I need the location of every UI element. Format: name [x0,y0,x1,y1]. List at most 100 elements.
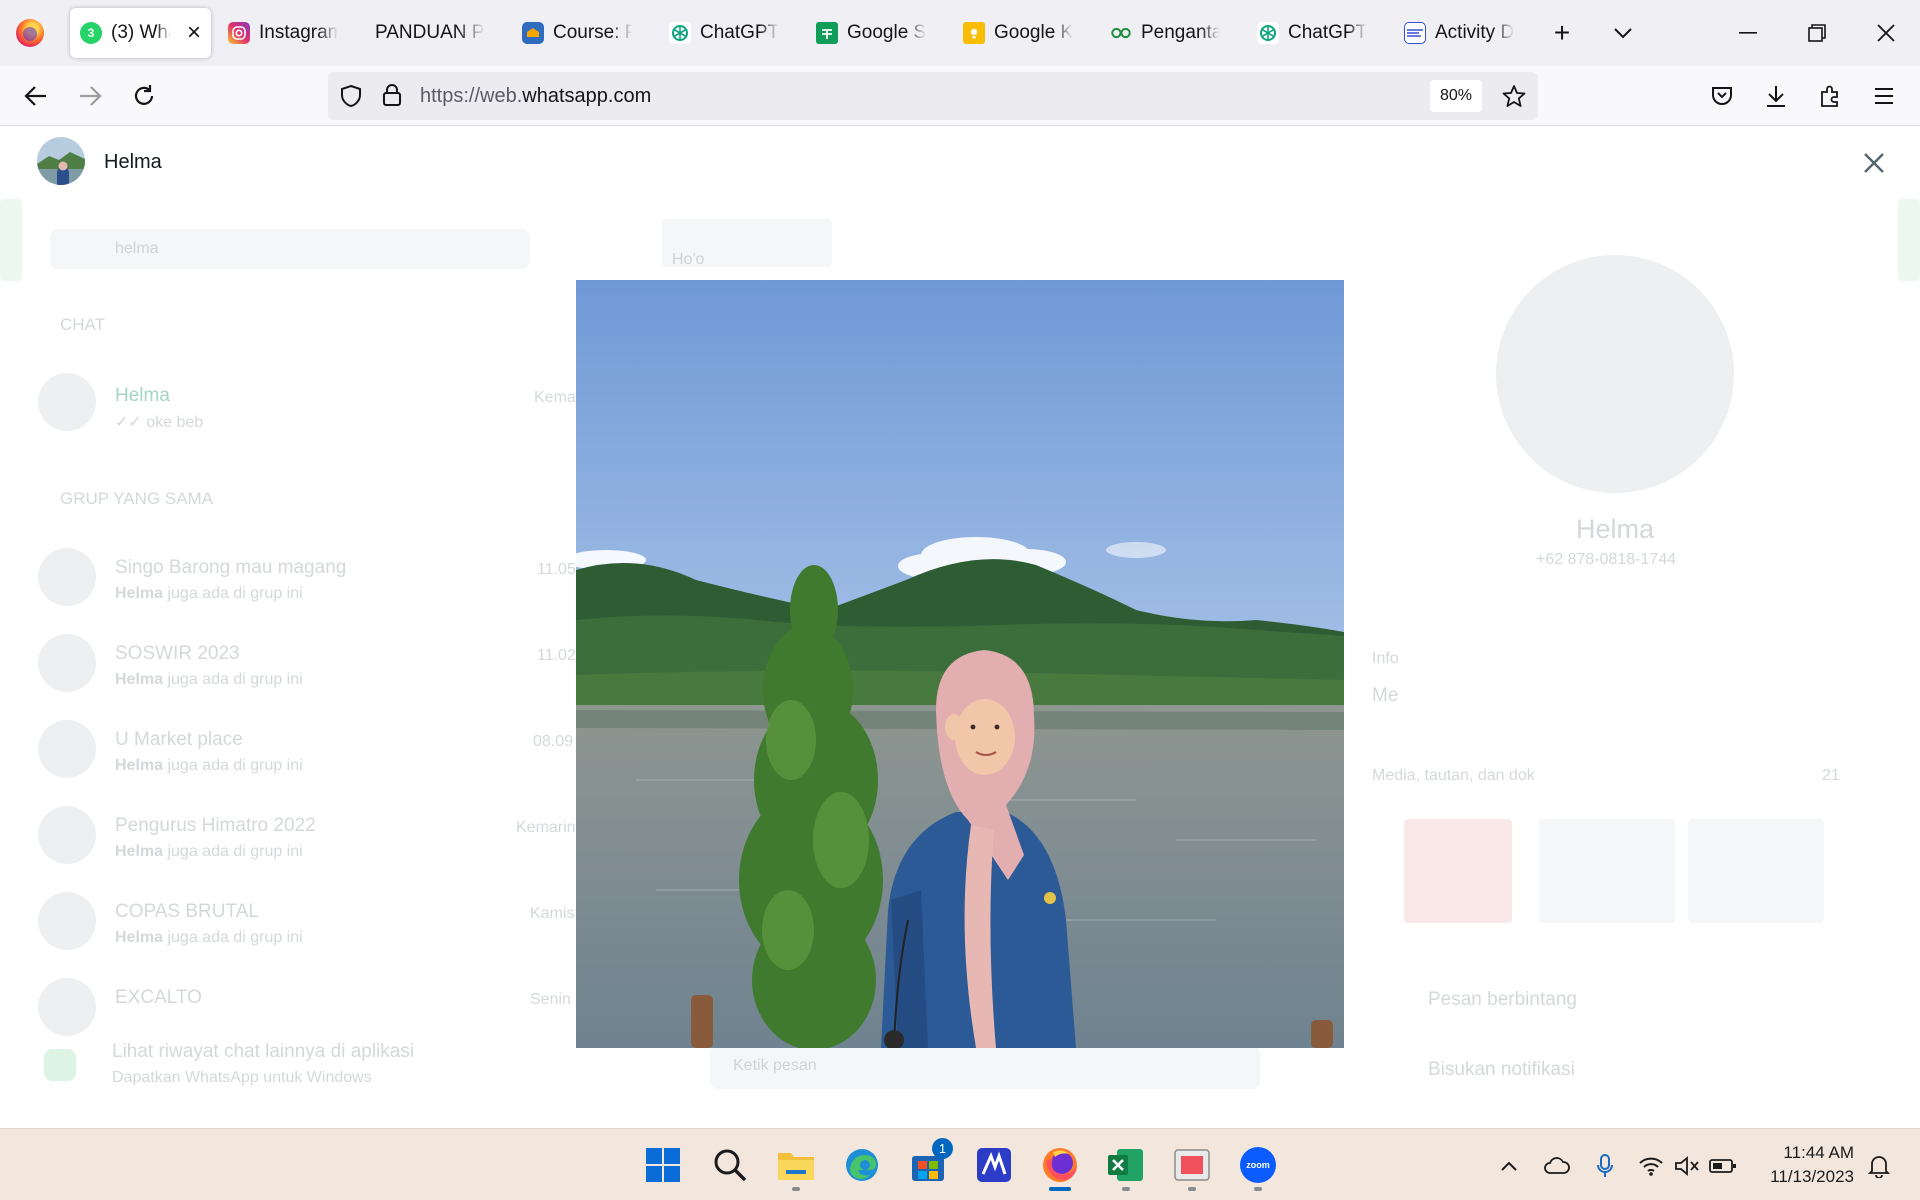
new-tab-icon[interactable]: + [1543,14,1581,52]
firefox-icon[interactable] [1037,1142,1083,1191]
avatar [38,634,96,692]
tab-title: (3) WhatsApp [111,22,171,43]
tab-whatsapp[interactable]: 3 (3) WhatsApp × [70,8,211,58]
onedrive-cloud-icon[interactable] [1542,1151,1572,1181]
tab-title: PANDUAN PRAKTIKUM [375,22,485,43]
avatar[interactable] [37,137,85,185]
media-thumbnail[interactable] [1688,819,1824,923]
close-tab-icon[interactable]: × [187,21,201,45]
back-icon[interactable] [16,76,56,116]
firefox-menu-icon[interactable] [16,19,44,47]
media-thumbnail[interactable] [1539,819,1675,923]
excel-icon[interactable] [1103,1142,1149,1191]
wifi-icon[interactable] [1636,1151,1666,1181]
tab-course[interactable]: Course: Praktikum [512,8,642,58]
mathway-icon[interactable] [971,1142,1017,1188]
search-icon[interactable] [707,1142,753,1188]
downloads-icon[interactable] [1756,76,1796,116]
group-name[interactable]: EXCALTO [115,987,202,1009]
avatar [38,892,96,950]
navigation-toolbar: https://web.whatsapp.com 80% [0,66,1920,126]
media-label[interactable]: Media, tautan, dan dok [1372,767,1535,785]
lake-portrait-image [576,280,1344,1048]
close-window-icon[interactable] [1867,14,1905,52]
running-indicator [1188,1187,1196,1191]
profile-photo-full [576,280,1344,1048]
windows-start-icon[interactable] [640,1142,686,1188]
tab-google-keep[interactable]: Google Keep [953,8,1083,58]
group-time: Kemarin [516,819,576,836]
group-name[interactable]: Singo Barong mau magang [115,557,346,579]
edge-icon[interactable] [839,1142,885,1188]
bookmark-star-icon[interactable] [1502,84,1526,113]
url-prefix: https://web. [420,85,523,107]
microphone-icon[interactable] [1590,1151,1620,1181]
tab-activity[interactable]: Activity Design [1394,8,1524,58]
snipping-tool-icon[interactable] [1169,1142,1215,1191]
app-promo-title[interactable]: Lihat riwayat chat lainnya di aplikasi [112,1041,414,1063]
group-note-rest: juga ada di grup ini [163,757,303,774]
contact-name: Helma [104,151,162,173]
tab-panduan[interactable]: PANDUAN PRAKTIKUM [365,8,495,58]
mute-label[interactable]: Bisukan notifikasi [1428,1059,1575,1081]
group-name[interactable]: U Market place [115,729,243,751]
group-note: Helma juga ada di grup ini [115,585,303,603]
extensions-icon[interactable] [1810,76,1850,116]
chat-section-label: CHAT [60,315,106,334]
battery-icon[interactable] [1708,1151,1738,1181]
media-viewer-header: Helma [0,127,1920,199]
zoom-icon[interactable]: zoom [1235,1142,1281,1191]
tab-title: Course: Praktikum [553,22,632,43]
tab-title: Google Keep [994,22,1073,43]
tab-pengantar[interactable]: Pengantar [1100,8,1230,58]
group-section-label: GRUP YANG SAMA [60,489,214,508]
group-time: 08.09 [533,733,574,750]
tab-instagram[interactable]: Instagram [218,8,348,58]
file-explorer-icon[interactable] [773,1142,819,1191]
tracking-protection-shield-icon[interactable] [340,84,362,113]
avatar [38,373,96,431]
tab-title: Google Spreadsheet [847,22,926,43]
group-time: Senin [530,991,571,1008]
group-note: Helma juga ada di grup ini [115,757,303,775]
tab-google-sheets[interactable]: Google Spreadsheet [806,8,936,58]
show-hidden-icons-chevron-icon[interactable] [1494,1151,1524,1181]
zoom-level-badge[interactable]: 80% [1430,80,1483,112]
group-time: Kamis [530,905,575,922]
chat-name[interactable]: Helma [115,385,170,407]
group-name[interactable]: Pengurus Himatro 2022 [115,815,316,837]
speaker-muted-icon[interactable] [1672,1151,1702,1181]
tab-title: Pengantar [1141,22,1220,43]
restore-icon[interactable] [1798,14,1836,52]
close-viewer-icon[interactable] [1856,145,1892,181]
avatar [38,548,96,606]
profile-photo[interactable] [1496,255,1734,493]
hamburger-menu-icon[interactable] [1864,76,1904,116]
activity-icon [1404,22,1426,44]
tab-chatgpt-1[interactable]: ChatGPT [659,8,789,58]
system-clock[interactable]: 11:44 AM 11/13/2023 [1754,1141,1854,1189]
running-indicator [1122,1187,1130,1191]
reload-icon[interactable] [124,76,164,116]
forward-icon[interactable] [70,76,110,116]
lock-icon[interactable] [382,83,402,112]
running-indicator [1049,1187,1071,1191]
search-value: helma [115,240,159,257]
minimize-icon[interactable] [1729,14,1767,52]
pocket-icon[interactable] [1702,76,1742,116]
group-time: 11.02 [537,647,576,664]
microsoft-store-icon[interactable]: 1 [905,1138,953,1188]
group-name[interactable]: COPAS BRUTAL [115,901,259,923]
url-text[interactable]: https://web.whatsapp.com [420,85,651,108]
app-promo-subtitle[interactable]: Dapatkan WhatsApp untuk Windows [112,1069,372,1087]
starred-label[interactable]: Pesan berbintang [1428,989,1577,1011]
app-frame-accent [1898,199,1920,281]
group-note: Helma juga ada di grup ini [115,929,303,947]
address-bar[interactable]: https://web.whatsapp.com 80% [328,72,1538,120]
notification-center-icon[interactable] [1864,1151,1894,1181]
group-name[interactable]: SOSWIR 2023 [115,643,240,665]
message-text: Ho'o [672,251,705,268]
list-all-tabs-icon[interactable] [1604,14,1642,52]
tab-chatgpt-2[interactable]: ChatGPT [1247,8,1377,58]
media-thumbnail[interactable] [1404,819,1512,923]
